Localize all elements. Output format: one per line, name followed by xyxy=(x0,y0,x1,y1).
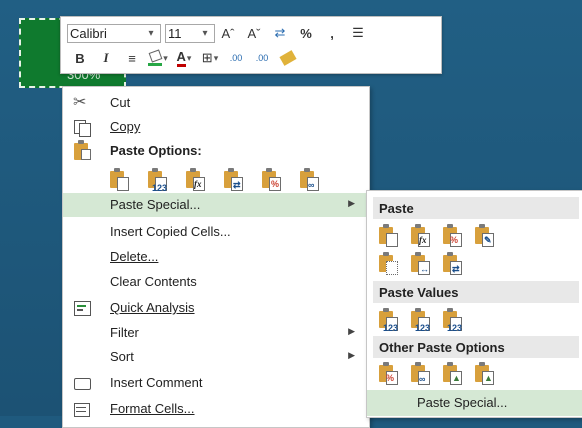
paste-formulas-button[interactable]: fx xyxy=(409,223,431,249)
increase-decimal-button[interactable]: .00 xyxy=(225,48,247,68)
menu-item-delete[interactable]: Delete... xyxy=(63,245,369,269)
paint-bucket-icon xyxy=(148,48,163,66)
paste-special-submenu: Paste fx % ✎ ↔ ⇄ Paste Values 123 123 12… xyxy=(366,190,582,418)
percent-style-button[interactable]: % xyxy=(295,23,317,43)
paste-keep-source-format-button[interactable]: ✎ xyxy=(473,223,495,249)
menu-item-copy[interactable]: Copy xyxy=(63,115,369,139)
clipboard-icon xyxy=(73,140,91,160)
quick-analysis-icon xyxy=(73,300,91,316)
menu-item-insert-comment[interactable]: Insert Comment xyxy=(63,371,369,395)
increase-font-size-button[interactable]: Aˆ xyxy=(217,23,239,43)
menu-item-label: Paste Special... xyxy=(417,395,508,410)
section-label: Other Paste Options xyxy=(379,340,505,355)
mini-toolbar: Calibri ▾ 11 ▾ Aˆ Aˇ ⇄ % , ☰ B I ≡ ▾ A ▾ … xyxy=(60,16,442,74)
paste-button[interactable] xyxy=(108,167,130,193)
font-color-button[interactable]: A ▾ xyxy=(173,48,195,68)
menu-item-label: Paste Special... xyxy=(110,197,201,212)
section-label: Paste xyxy=(379,201,414,216)
comment-icon xyxy=(73,375,91,391)
fill-color-button[interactable]: ▾ xyxy=(147,48,169,68)
paste-values-button[interactable]: 123 xyxy=(377,307,399,333)
paste-link-button[interactable]: ∞ xyxy=(409,361,431,387)
paste-no-borders-button[interactable] xyxy=(377,251,399,277)
menu-item-label: Format Cells... xyxy=(110,401,195,416)
submenu-section-other: Other Paste Options xyxy=(373,336,579,358)
font-name-value: Calibri xyxy=(70,25,107,41)
menu-item-quick-analysis[interactable]: Quick Analysis xyxy=(63,296,369,320)
paste-values-source-format-button[interactable]: 123 xyxy=(441,307,463,333)
menu-item-paste-special[interactable]: Paste Special... ▶ xyxy=(63,193,369,217)
merge-center-button[interactable]: ☰ xyxy=(347,23,369,43)
menu-item-sort[interactable]: Sort ▶ xyxy=(63,345,369,369)
paste-values-number-format-button[interactable]: 123 xyxy=(409,307,431,333)
submenu-section-paste: Paste xyxy=(373,197,579,219)
menu-item-label: Quick Analysis xyxy=(110,300,195,315)
scissors-icon: ✂ xyxy=(73,94,87,111)
submenu-arrow-icon: ▶ xyxy=(348,350,355,360)
align-center-button[interactable]: ≡ xyxy=(121,48,143,68)
menu-item-label: Filter xyxy=(110,325,139,340)
menu-item-clear-contents[interactable]: Clear Contents xyxy=(63,270,369,294)
paste-icons-row-2: ↔ ⇄ xyxy=(377,251,463,277)
menu-item-format-cells[interactable]: Format Cells... xyxy=(63,397,369,421)
italic-button[interactable]: I xyxy=(95,48,117,68)
paste-formatting-button[interactable]: % xyxy=(260,167,282,193)
menu-item-label: Delete... xyxy=(110,249,159,264)
paste-formatting-button[interactable]: % xyxy=(377,361,399,387)
menu-item-label: Insert Comment xyxy=(110,375,203,390)
menu-item-filter[interactable]: Filter ▶ xyxy=(63,321,369,345)
paste-formulas-number-format-button[interactable]: % xyxy=(441,223,463,249)
paste-picture-button[interactable]: ▲ xyxy=(441,361,463,387)
number-format-button[interactable]: ⇄ xyxy=(269,23,291,43)
submenu-arrow-icon: ▶ xyxy=(348,198,355,208)
submenu-paste-special-item[interactable]: Paste Special... xyxy=(367,390,582,416)
font-size-combo[interactable]: 11 ▾ xyxy=(165,23,215,43)
paste-formulas-button[interactable]: fx xyxy=(184,167,206,193)
menu-item-insert-copied-cells[interactable]: Insert Copied Cells... xyxy=(63,220,369,244)
other-paste-row: % ∞ ▲ ▲ xyxy=(377,361,495,387)
section-label: Paste Values xyxy=(379,285,459,300)
paste-values-row: 123 123 123 xyxy=(377,307,463,333)
font-name-combo[interactable]: Calibri ▾ xyxy=(67,23,161,43)
menu-item-label: Copy xyxy=(110,119,141,134)
menu-item-label: Clear Contents xyxy=(110,274,197,289)
paste-transpose-button[interactable]: ⇄ xyxy=(441,251,463,277)
menu-item-paste-options-header: Paste Options: xyxy=(63,139,369,163)
paste-keep-widths-button[interactable]: ↔ xyxy=(409,251,431,277)
bold-button[interactable]: B xyxy=(69,48,91,68)
chevron-down-icon: ▾ xyxy=(148,27,154,39)
decrease-font-size-button[interactable]: Aˇ xyxy=(243,23,265,43)
font-size-value: 11 xyxy=(168,25,182,41)
borders-button[interactable]: ⊞ ▾ xyxy=(199,48,221,68)
format-painter-button[interactable] xyxy=(277,48,299,68)
submenu-arrow-icon: ▶ xyxy=(348,326,355,336)
context-menu: ✂ Cut Copy Paste Options: 123 fx ⇄ % ∞ P… xyxy=(62,86,370,428)
format-painter-icon xyxy=(279,50,297,66)
paste-linked-picture-button[interactable]: ▲ xyxy=(473,361,495,387)
font-color-icon: A xyxy=(176,49,186,67)
paste-button[interactable] xyxy=(377,223,399,249)
comma-style-button[interactable]: , xyxy=(321,23,343,43)
copy-icon xyxy=(73,119,91,137)
borders-icon: ⊞ xyxy=(201,50,213,65)
decrease-decimal-button[interactable]: .00 xyxy=(251,48,273,68)
format-cells-icon xyxy=(73,401,91,417)
submenu-section-paste-values: Paste Values xyxy=(373,281,579,303)
paste-transpose-button[interactable]: ⇄ xyxy=(222,167,244,193)
menu-item-label: Insert Copied Cells... xyxy=(110,224,231,239)
menu-item-label: Cut xyxy=(110,95,131,110)
paste-values-button[interactable]: 123 xyxy=(146,167,168,193)
paste-link-button[interactable]: ∞ xyxy=(298,167,320,193)
menu-item-label: Sort xyxy=(110,349,134,364)
paste-icons-row-1: fx % ✎ xyxy=(377,223,495,249)
chevron-down-icon: ▾ xyxy=(202,27,208,39)
menu-item-label: Paste Options: xyxy=(110,143,202,158)
menu-item-cut[interactable]: ✂ Cut xyxy=(63,91,369,115)
paste-options-row: 123 fx ⇄ % ∞ xyxy=(108,167,320,193)
